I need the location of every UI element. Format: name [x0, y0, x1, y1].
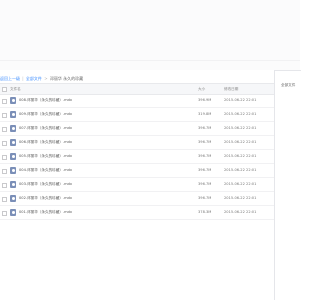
file-name[interactable]: 002.邓丽华（永久的珍藏）.mdx [19, 192, 72, 205]
video-file-icon [10, 125, 16, 132]
row-checkbox[interactable] [2, 155, 7, 160]
file-date: 2015-06-22 22:01 [224, 210, 257, 214]
top-toolbar [0, 0, 300, 70]
file-row[interactable]: 001.邓丽华（永久的珍藏）.mdx 378.3M 2015-06-22 22:… [0, 206, 274, 220]
select-all-checkbox[interactable] [2, 87, 7, 92]
video-file-icon [10, 167, 16, 174]
row-checkbox[interactable] [2, 211, 7, 216]
file-date: 2015-06-22 22:01 [224, 168, 257, 172]
toolbar-divider [0, 60, 300, 61]
breadcrumb-back-link[interactable]: 返回上一级 [0, 76, 20, 81]
file-row[interactable]: 006.邓丽华（永久的珍藏）.mdx 396.7M 2015-06-22 22:… [0, 136, 274, 150]
file-row[interactable]: 007.邓丽华（永久的珍藏）.mdx 396.7M 2015-06-22 22:… [0, 122, 274, 136]
file-row[interactable]: 008.邓丽华（永久的珍藏）.mdx 396.9M 2015-06-22 22:… [0, 94, 274, 108]
file-name[interactable]: 007.邓丽华（永久的珍藏）.mdx [19, 122, 72, 135]
video-file-icon [10, 153, 16, 160]
row-checkbox[interactable] [2, 141, 7, 146]
row-checkbox[interactable] [2, 183, 7, 188]
column-header-size[interactable]: 大小 [198, 84, 205, 94]
file-size: 319.8M [198, 112, 212, 116]
file-size: 396.7M [198, 168, 212, 172]
file-size: 396.7M [198, 182, 212, 186]
file-name[interactable]: 009.邓丽华（永久的珍藏）.mdx [19, 108, 72, 121]
file-date: 2015-06-22 22:01 [224, 98, 257, 102]
side-panel-divider [275, 70, 301, 71]
file-date: 2015-06-22 22:01 [224, 140, 257, 144]
file-row[interactable]: 005.邓丽华（永久的珍藏）.mdx 396.7M 2015-06-22 22:… [0, 150, 274, 164]
breadcrumb-separator: > [44, 76, 48, 81]
file-row[interactable]: 002.邓丽华（永久的珍藏）.mdx 396.7M 2015-06-22 22:… [0, 192, 274, 206]
file-size: 396.7M [198, 196, 212, 200]
file-size: 396.7M [198, 140, 212, 144]
row-checkbox[interactable] [2, 169, 7, 174]
file-name[interactable]: 006.邓丽华（永久的珍藏）.mdx [19, 136, 72, 149]
video-file-icon [10, 209, 16, 216]
row-checkbox[interactable] [2, 113, 7, 118]
file-name[interactable]: 001.邓丽华（永久的珍藏）.mdx [19, 206, 72, 219]
video-file-icon [10, 139, 16, 146]
column-header-date[interactable]: 修改日期 [224, 84, 238, 94]
file-size: 396.7M [198, 154, 212, 158]
file-name[interactable]: 008.邓丽华（永久的珍藏）.mdx [19, 94, 72, 107]
breadcrumb-current: 邓丽华 永久的珍藏 [49, 76, 84, 81]
file-size: 396.9M [198, 98, 212, 102]
file-row[interactable]: 003.邓丽华（永久的珍藏）.mdx 396.7M 2015-06-22 22:… [0, 178, 274, 192]
file-date: 2015-06-22 22:01 [224, 112, 257, 116]
breadcrumb: 返回上一级 | 全部文件 > 邓丽华 永久的珍藏 [0, 74, 83, 83]
row-checkbox[interactable] [2, 99, 7, 104]
file-date: 2015-06-22 22:01 [224, 196, 257, 200]
file-date: 2015-06-22 22:01 [224, 154, 257, 158]
file-size: 396.7M [198, 126, 212, 130]
file-name[interactable]: 003.邓丽华（永久的珍藏）.mdx [19, 178, 72, 191]
video-file-icon [10, 97, 16, 104]
file-date: 2015-06-22 22:01 [224, 182, 257, 186]
file-size: 378.3M [198, 210, 212, 214]
file-name[interactable]: 004.邓丽华（永久的珍藏）.mdx [19, 164, 72, 177]
file-row[interactable]: 009.邓丽华（永久的珍藏）.mdx 319.8M 2015-06-22 22:… [0, 108, 274, 122]
file-date: 2015-06-22 22:01 [224, 126, 257, 130]
column-header-name[interactable]: 文件名 [10, 84, 21, 94]
file-row[interactable]: 004.邓丽华（永久的珍藏）.mdx 396.7M 2015-06-22 22:… [0, 164, 274, 178]
breadcrumb-separator: | [22, 76, 24, 81]
row-checkbox[interactable] [2, 127, 7, 132]
breadcrumb-root-link[interactable]: 全部文件 [26, 76, 42, 81]
video-file-icon [10, 111, 16, 118]
side-panel: 全部文件 [274, 70, 301, 300]
video-file-icon [10, 181, 16, 188]
file-name[interactable]: 005.邓丽华（永久的珍藏）.mdx [19, 150, 72, 163]
video-file-icon [10, 195, 16, 202]
row-checkbox[interactable] [2, 197, 7, 202]
side-panel-title[interactable]: 全部文件 [281, 82, 295, 88]
